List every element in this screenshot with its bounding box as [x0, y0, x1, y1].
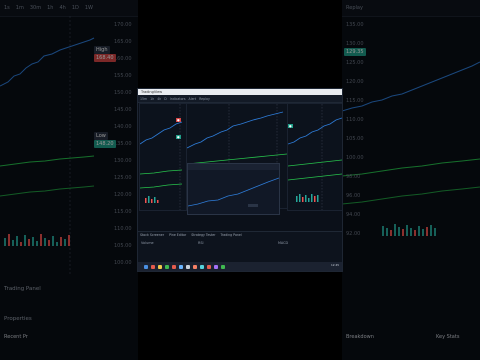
price-tick: 150.00 — [114, 90, 132, 96]
key-stats-label: Key Stats — [436, 334, 460, 340]
left-bottom-tabs: Trading Panel — [0, 286, 138, 292]
indicators-button[interactable]: Indicators — [170, 97, 186, 101]
center-app-window: TradingView 15m 1h 4h D Indicators Alert… — [138, 89, 342, 271]
os-taskbar: 12:45 — [138, 262, 342, 271]
chart-pane-right[interactable]: ● — [287, 103, 342, 211]
replay-button-center[interactable]: Replay — [199, 97, 210, 101]
left-chart-panel: 1s 1m 30m 1h 4h 1D 1W 170.00 165.00 160.… — [0, 0, 138, 360]
price-tick: 105.00 — [346, 136, 364, 142]
price-tick: 100.00 — [346, 155, 364, 161]
tf-4h[interactable]: 4h — [157, 97, 161, 101]
price-tick: 110.00 — [114, 226, 132, 232]
chart-popup[interactable] — [187, 163, 280, 215]
timeframe-1d[interactable]: 1D — [72, 5, 79, 11]
tab-trading-panel[interactable]: Trading Panel — [4, 286, 41, 292]
tf-d[interactable]: D — [164, 97, 166, 101]
app-icon-red-3[interactable] — [207, 264, 211, 269]
bottom-label-volume: Volume — [141, 241, 154, 245]
right-price-badge: 129.35 — [344, 48, 366, 56]
pane-left-badge-high: ● — [176, 118, 181, 122]
tab-trading-panel-center[interactable]: Trading Panel — [220, 233, 241, 237]
taskbar-clock: 12:45 — [330, 263, 339, 267]
left-bottom-tabs-2: Properties — [0, 316, 138, 322]
replay-button[interactable]: Replay — [346, 5, 363, 11]
timeframe-1w[interactable]: 1W — [85, 5, 93, 11]
price-tick: 130.00 — [346, 41, 364, 47]
bottom-panel-tabs: Stock Screener Pine Editor Strategy Test… — [140, 233, 242, 237]
price-tick: 130.00 — [114, 158, 132, 164]
tf-1h[interactable]: 1h — [150, 97, 154, 101]
app-icon-purple[interactable] — [214, 264, 218, 269]
alert-button[interactable]: Alert — [189, 97, 197, 101]
timeframe-1m[interactable]: 1m — [16, 5, 24, 11]
app-icon-red-2[interactable] — [172, 264, 176, 269]
app-icon-blue[interactable] — [179, 264, 183, 269]
app-icon-green-2[interactable] — [221, 264, 225, 269]
tf-15m[interactable]: 15m — [140, 97, 147, 101]
app-icon-cyan[interactable] — [200, 264, 204, 269]
price-tick: 145.00 — [114, 107, 132, 113]
price-tick: 135.00 — [114, 141, 132, 147]
price-tick: 92.00 — [346, 231, 361, 237]
bottom-panel: Stock Screener Pine Editor Strategy Test… — [138, 231, 342, 263]
right-chart-panel: Replay 129.35 135.00 130.00 125.00 120.00 11… — [342, 0, 480, 360]
tab-stock-screener[interactable]: Stock Screener — [140, 233, 164, 237]
high-badge: High — [94, 46, 110, 54]
price-tick: 120.00 — [114, 192, 132, 198]
price-tick: 125.00 — [114, 175, 132, 181]
chart-pane-left[interactable]: ● ● — [139, 103, 187, 211]
price-tick: 135.00 — [346, 22, 364, 28]
timeframe-30m[interactable]: 30m — [30, 5, 41, 11]
low-badge: Low — [94, 132, 108, 140]
bottom-label-rsi: RSI — [198, 241, 204, 245]
tab-properties[interactable]: Properties — [4, 316, 32, 322]
price-tick: 94.00 — [346, 212, 361, 218]
timeframe-4h[interactable]: 4h — [59, 5, 65, 11]
right-toolbar: Replay — [342, 0, 480, 17]
high-price-badge: 168.40 — [94, 54, 116, 62]
app-icon-yellow[interactable] — [158, 264, 162, 269]
pane-right-badge: ● — [288, 124, 293, 128]
price-tick: 170.00 — [114, 22, 132, 28]
recent-label: Recent Pr — [4, 334, 28, 340]
app-icon-green[interactable] — [165, 264, 169, 269]
price-tick: 125.00 — [346, 60, 364, 66]
chart-toolbar: 15m 1h 4h D Indicators Alert Replay — [138, 95, 342, 103]
tab-strategy-tester[interactable]: Strategy Tester — [191, 233, 215, 237]
window-title: TradingView — [141, 90, 163, 94]
price-tick: 140.00 — [114, 124, 132, 130]
price-tick: 105.00 — [114, 243, 132, 249]
price-tick: 100.00 — [114, 260, 132, 266]
price-tick: 115.00 — [114, 209, 132, 215]
price-tick: 96.00 — [346, 193, 361, 199]
right-volume-bars — [382, 224, 436, 236]
tab-pine-editor[interactable]: Pine Editor — [169, 233, 186, 237]
left-footer: Recent Pr — [0, 334, 138, 340]
price-tick: 98.00 — [346, 174, 361, 180]
price-tick: 165.00 — [114, 39, 132, 45]
right-footer-2: Key Stats — [432, 334, 480, 340]
start-icon[interactable] — [144, 264, 148, 269]
left-volume-bars — [4, 234, 70, 246]
pane-left-badge-low: ● — [176, 135, 181, 139]
timeframe-1s[interactable]: 1s — [4, 5, 10, 11]
left-timeframe-toolbar: 1s 1m 30m 1h 4h 1D 1W — [0, 0, 138, 17]
price-tick: 160.00 — [114, 56, 132, 62]
price-tick: 110.00 — [346, 117, 364, 123]
breakdown-label: Breakdown — [346, 334, 374, 340]
app-icon-orange[interactable] — [193, 264, 197, 269]
app-icon-white[interactable] — [186, 264, 190, 269]
price-tick: 115.00 — [346, 98, 364, 104]
low-price-badge: 148.20 — [94, 140, 116, 148]
right-price-chart — [342, 61, 480, 236]
price-tick: 120.00 — [346, 79, 364, 85]
timeframe-1h[interactable]: 1h — [47, 5, 53, 11]
app-icon-red[interactable] — [151, 264, 155, 269]
price-tick: 155.00 — [114, 73, 132, 79]
bottom-label-macd: MACD — [278, 241, 289, 245]
